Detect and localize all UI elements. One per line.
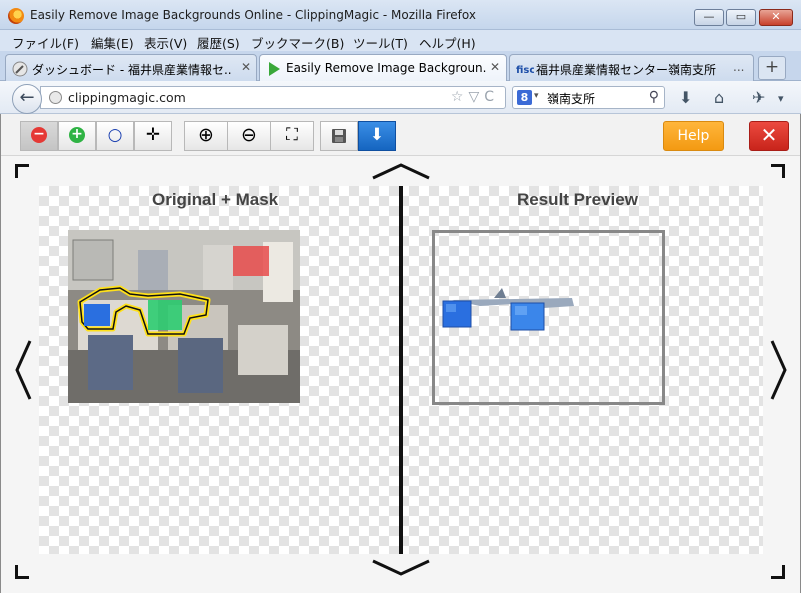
fit-view-button[interactable]: ⛶ (270, 121, 314, 151)
menu-help[interactable]: ヘルプ(H) (419, 33, 476, 52)
tab-close-icon[interactable]: ✕ (490, 60, 500, 74)
minus-circle-icon: − (31, 126, 47, 143)
url-bar[interactable]: clippingmagic.com ☆▽C (40, 86, 506, 109)
tab-fisc[interactable]: fisc 福井県産業情報センター嶺南支所 ... (509, 54, 754, 81)
help-button[interactable]: Help (663, 121, 724, 151)
firefox-logo-icon (8, 8, 24, 24)
result-pane-title: Result Preview (517, 190, 638, 209)
menu-history[interactable]: 履歴(S) (197, 33, 240, 52)
play-triangle-icon (266, 61, 282, 77)
save-button[interactable] (320, 121, 358, 151)
menu-bookmarks[interactable]: ブックマーク(B) (251, 33, 344, 52)
menu-view[interactable]: 表示(V) (144, 33, 187, 52)
search-box[interactable]: 8 ▾ 嶺南支所 ⚲ (512, 86, 665, 109)
tab-close-icon[interactable]: ✕ (241, 60, 251, 74)
tab-dashboard[interactable]: ダッシュボード - 福井県産業情報セ... ✕ (5, 54, 257, 81)
bookmark-reload-icons[interactable]: ☆▽C (451, 89, 499, 105)
close-editor-button[interactable]: ✕ (749, 121, 789, 151)
home-icon[interactable]: ⌂ (714, 88, 724, 107)
tab-label: 福井県産業情報センター嶺南支所 (536, 63, 717, 77)
scroll-down-arrow-icon[interactable] (371, 559, 431, 577)
menu-edit[interactable]: 編集(E) (91, 33, 134, 52)
original-photo[interactable] (68, 230, 300, 403)
window-close-button[interactable]: ✕ (759, 9, 793, 26)
zoom-in-button[interactable]: ⊕ (184, 121, 228, 151)
menu-file[interactable]: ファイル(F) (12, 33, 79, 52)
result-preview (432, 230, 665, 405)
keep-mask-mark (148, 300, 182, 330)
left-lens (84, 304, 110, 326)
zoom-in-icon: ⊕ (198, 124, 214, 146)
plus-circle-icon: + (69, 126, 85, 143)
tab-clippingmagic[interactable]: Easily Remove Image Backgroun... ✕ (259, 54, 507, 82)
tab-label: ダッシュボード - 福井県産業情報セ... (32, 63, 232, 77)
globe-icon (49, 91, 62, 104)
original-pane-title: Original + Mask (152, 190, 279, 209)
scroll-right-arrow-icon[interactable] (769, 339, 789, 401)
tab-label: Easily Remove Image Backgroun... (286, 61, 486, 75)
corner-top-left (15, 164, 29, 178)
ring-icon: ○ (107, 125, 123, 145)
engine-dropdown-icon[interactable]: ▾ (534, 91, 539, 101)
pane-divider[interactable] (399, 186, 403, 554)
magnifier-icon[interactable]: ⚲ (649, 89, 659, 105)
zoom-out-button[interactable]: ⊖ (227, 121, 271, 151)
download-arrow-icon: ⬇ (369, 125, 385, 145)
addon-icon[interactable]: ✈ (752, 88, 765, 107)
clippingmagic-app: − + ○ ✛ ⊕ ⊖ ⛶ ⬇ Help ✕ Original + Mask R… (0, 114, 801, 593)
corner-top-right (771, 164, 785, 178)
move-icon: ✛ (145, 125, 161, 145)
scroll-up-arrow-icon[interactable] (371, 162, 431, 180)
window-titlebar: Easily Remove Image Backgrounds Online -… (0, 0, 801, 30)
wrench-icon (12, 61, 28, 77)
svg-text:fisc: fisc (516, 65, 534, 76)
scroll-left-arrow-icon[interactable] (13, 339, 33, 401)
search-input[interactable]: 嶺南支所 (547, 90, 595, 107)
editor-toolbar: − + ○ ✛ ⊕ ⊖ ⛶ ⬇ Help ✕ (1, 114, 800, 156)
fit-frame-icon: ⛶ (286, 125, 298, 145)
corner-bottom-right (771, 565, 785, 579)
floppy-icon (332, 129, 346, 143)
download-icon[interactable]: ⬇ (679, 88, 692, 107)
remove-tool-button[interactable]: − (20, 121, 58, 151)
download-result-button[interactable]: ⬇ (358, 121, 396, 151)
zoom-out-icon: ⊖ (241, 124, 257, 146)
google-icon[interactable]: 8 (517, 90, 532, 105)
new-tab-button[interactable]: + (758, 56, 786, 80)
keep-tool-button[interactable]: + (58, 121, 96, 151)
more-tools-icon[interactable]: ▾ (778, 92, 784, 105)
minimize-button[interactable]: — (694, 9, 724, 26)
menu-tools[interactable]: ツール(T) (353, 33, 408, 52)
hair-tool-button[interactable]: ○ (96, 121, 134, 151)
maximize-button[interactable]: ▭ (726, 9, 756, 26)
pan-tool-button[interactable]: ✛ (134, 121, 172, 151)
remove-mask-mark (233, 246, 269, 276)
tab-bar: ダッシュボード - 福井県産業情報セ... ✕ Easily Remove Im… (0, 51, 801, 82)
corner-bottom-left (15, 565, 29, 579)
menu-bar: ファイル(F) 編集(E) 表示(V) 履歴(S) ブックマーク(B) ツール(… (0, 30, 801, 51)
window-title: Easily Remove Image Backgrounds Online -… (30, 8, 476, 22)
fisc-logo-icon: fisc (516, 61, 535, 77)
url-text: clippingmagic.com (68, 90, 186, 105)
tab-overflow-icon: ... (733, 60, 745, 74)
back-button[interactable]: ← (12, 84, 42, 114)
